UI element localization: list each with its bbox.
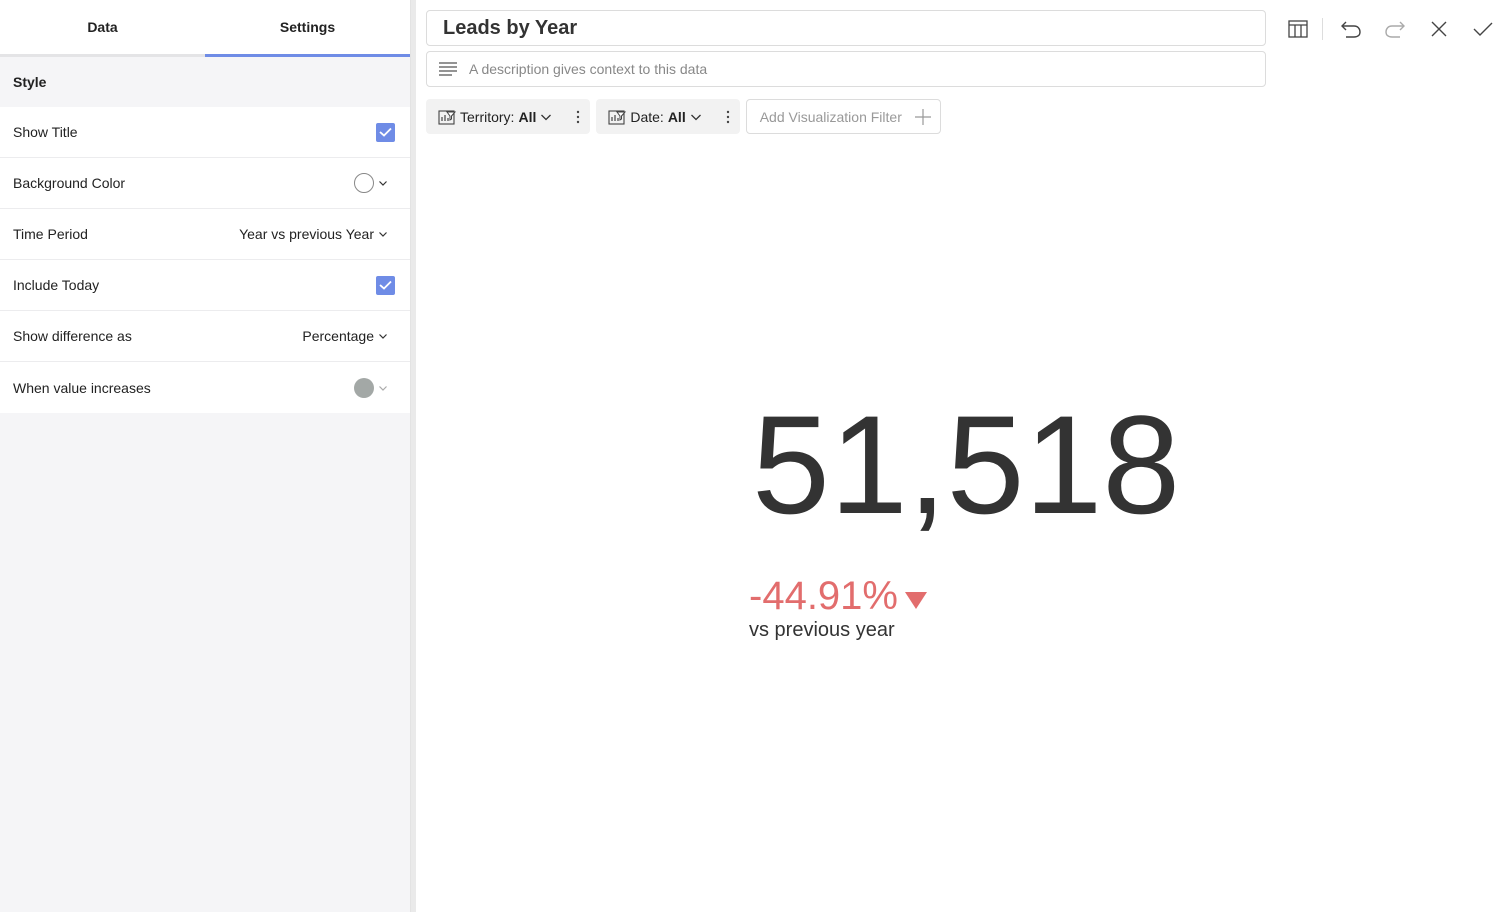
filter-chart-icon [608, 109, 627, 125]
section-title-style: Style [13, 74, 47, 90]
settings-panel: Data Settings Style Show Title Backgroun… [0, 0, 410, 912]
setting-label: Show Title [13, 124, 78, 140]
text-lines-icon [439, 62, 457, 76]
settings-list: Show Title Background Color Time Period … [0, 107, 410, 413]
filter-bar: Territory: All Date: All Add Visualizati… [426, 99, 941, 134]
filter-chip-date[interactable]: Date: All [596, 99, 740, 134]
setting-row-value-increases: When value increases [0, 362, 410, 413]
toolbar-divider [1322, 18, 1323, 40]
filter-menu-button[interactable] [576, 110, 580, 124]
description-placeholder: A description gives context to this data [469, 61, 708, 77]
tab-settings-label: Settings [279, 19, 336, 35]
setting-row-include-today: Include Today [0, 260, 410, 311]
add-filter-label: Add Visualization Filter [759, 108, 902, 125]
tab-data-label: Data [87, 19, 118, 35]
confirm-button[interactable] [1469, 15, 1497, 43]
filter-chart-icon [438, 109, 456, 125]
triangle-down-icon [904, 591, 927, 609]
include-today-checkbox[interactable] [376, 275, 395, 295]
setting-label: When value increases [13, 379, 151, 396]
checkmark-icon [379, 280, 392, 290]
undo-icon [1341, 21, 1361, 38]
filter-chip-territory[interactable]: Territory: All [426, 99, 591, 134]
color-swatch [354, 377, 374, 398]
show-title-checkbox[interactable] [376, 122, 395, 142]
setting-label: Time Period [13, 226, 88, 242]
setting-label: Background Color [13, 175, 126, 191]
title-input[interactable]: Leads by Year [426, 10, 1266, 46]
more-vertical-icon [726, 110, 729, 123]
chevron-down-icon [379, 181, 387, 186]
kpi-comparison-label: vs previous year [749, 619, 895, 641]
time-period-dropdown[interactable]: Year vs previous Year [239, 226, 388, 242]
color-swatch [354, 173, 374, 193]
table-view-button[interactable] [1284, 15, 1312, 43]
redo-icon [1385, 21, 1405, 38]
redo-button[interactable] [1381, 15, 1409, 43]
more-vertical-icon [577, 110, 580, 123]
chevron-down-icon [541, 114, 552, 120]
panel-tabs: Data Settings [0, 0, 410, 57]
chevron-down-icon [690, 114, 701, 120]
setting-row-time-period: Time Period Year vs previous Year [0, 209, 410, 260]
kpi-value: 51,518 [752, 386, 1181, 543]
description-input[interactable]: A description gives context to this data [426, 51, 1266, 87]
filter-label: Territory: [460, 108, 515, 125]
filter-value: All [667, 108, 686, 125]
title-text: Leads by Year [443, 16, 578, 39]
close-button[interactable] [1425, 15, 1453, 43]
chevron-down-icon [379, 334, 387, 339]
checkmark-icon [379, 127, 392, 137]
setting-label: Include Today [13, 277, 100, 293]
check-icon [1473, 22, 1493, 36]
filter-label: Date: [630, 108, 664, 125]
add-visualization-filter-button[interactable]: Add Visualization Filter [745, 99, 941, 134]
value-increases-color-picker[interactable] [354, 377, 388, 398]
kpi-difference-value: -44.91% [749, 574, 898, 618]
chevron-down-icon [379, 232, 387, 237]
panel-splitter[interactable] [410, 0, 416, 912]
undo-button[interactable] [1337, 15, 1365, 43]
chevron-down-icon [379, 385, 387, 391]
toolbar [1284, 14, 1511, 44]
plus-icon [914, 108, 931, 125]
kpi-difference: -44.91% [749, 574, 928, 619]
filter-value: All [518, 108, 537, 125]
table-icon [1288, 20, 1308, 38]
setting-row-show-difference: Show difference as Percentage [0, 311, 410, 362]
close-icon [1431, 21, 1447, 37]
dropdown-value: Percentage [302, 328, 374, 344]
tab-settings[interactable]: Settings [205, 0, 410, 57]
setting-row-background-color: Background Color [0, 158, 410, 209]
filter-menu-button[interactable] [726, 110, 730, 124]
background-color-picker[interactable] [354, 173, 388, 193]
show-difference-dropdown[interactable]: Percentage [302, 328, 388, 344]
dropdown-value: Year vs previous Year [239, 226, 374, 242]
setting-row-show-title: Show Title [0, 107, 410, 158]
setting-label: Show difference as [13, 328, 132, 344]
tab-data[interactable]: Data [0, 0, 205, 57]
